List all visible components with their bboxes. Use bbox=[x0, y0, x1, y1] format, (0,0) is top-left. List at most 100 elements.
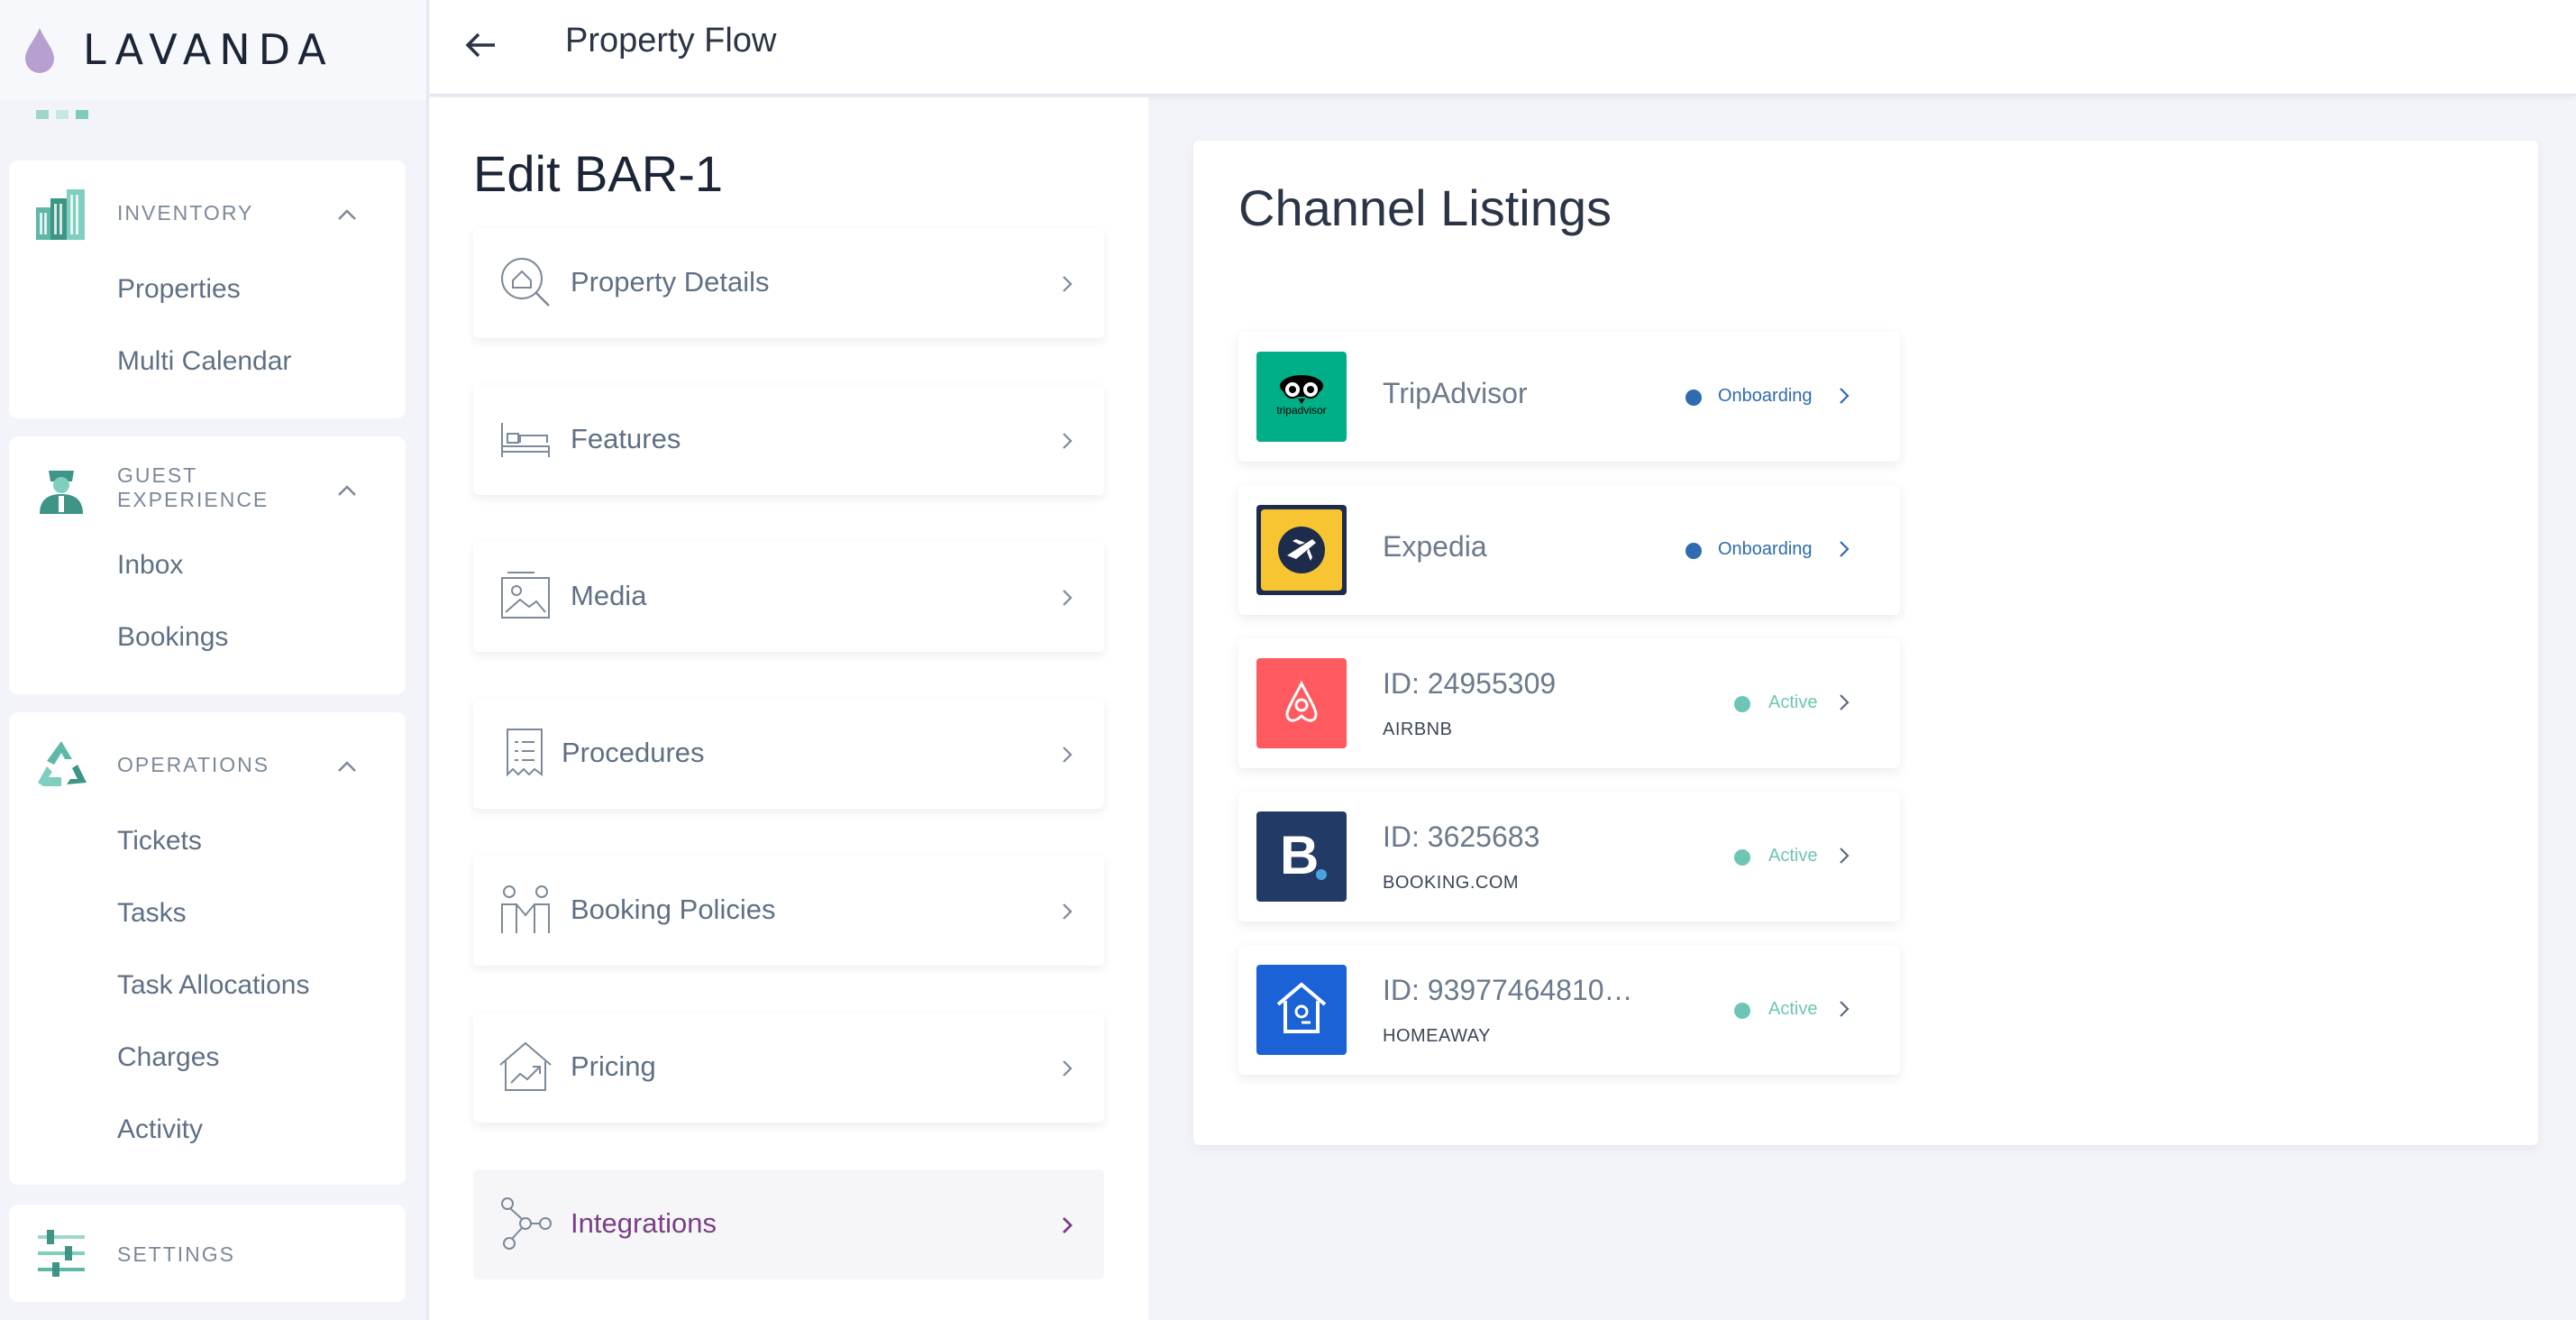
brand-name: LAVANDA bbox=[83, 25, 334, 74]
edit-panel: Edit BAR-1 Property Details Features Med… bbox=[430, 97, 1148, 1320]
chevron-right-icon[interactable] bbox=[1839, 846, 1850, 866]
chevron-right-icon[interactable] bbox=[1839, 539, 1850, 559]
sidebar-section-header-operations[interactable]: OPERATIONS bbox=[9, 712, 406, 820]
brand-logo[interactable]: LAVANDA bbox=[0, 0, 426, 99]
tripadvisor-logo-text: tripadvisor bbox=[1276, 404, 1327, 417]
sidebar-section-header-inventory[interactable]: INVENTORY bbox=[9, 160, 406, 269]
chevron-up-icon[interactable] bbox=[335, 207, 359, 222]
sidebar-section-title-line: GUEST bbox=[117, 463, 198, 487]
nodes-icon bbox=[501, 1197, 552, 1250]
chevron-right-icon bbox=[1063, 1060, 1073, 1077]
chevron-up-icon[interactable] bbox=[335, 483, 359, 498]
people-icon bbox=[501, 885, 550, 933]
chevron-right-icon bbox=[1063, 1217, 1073, 1233]
airbnb-icon bbox=[1285, 680, 1318, 722]
step-media[interactable]: Media bbox=[473, 542, 1104, 652]
channel-source: AIRBNB bbox=[1383, 720, 1453, 739]
sidebar-section-inventory: INVENTORY Properties Multi Calendar bbox=[9, 160, 406, 418]
concierge-icon bbox=[40, 471, 83, 514]
image-icon bbox=[501, 572, 550, 619]
sliders-icon bbox=[38, 1230, 85, 1277]
edit-title: Edit BAR-1 bbox=[473, 145, 723, 202]
chevron-up-icon[interactable] bbox=[335, 759, 359, 774]
chevron-right-icon bbox=[1063, 276, 1073, 292]
dashboard-icon[interactable] bbox=[36, 110, 88, 119]
step-label: Property Details bbox=[571, 266, 770, 298]
chevron-right-icon[interactable] bbox=[1839, 386, 1850, 406]
step-label: Procedures bbox=[562, 737, 705, 768]
sidebar-item-properties[interactable]: Properties bbox=[117, 274, 241, 305]
sidebar-item-task-allocations[interactable]: Task Allocations bbox=[117, 970, 309, 1001]
sidebar-section-operations: OPERATIONS Tickets Tasks Task Allocation… bbox=[9, 712, 406, 1185]
bed-icon bbox=[501, 423, 550, 457]
sidebar: LAVANDA INVENTORY Properties Multi Calen… bbox=[0, 0, 428, 1320]
channel-row-tripadvisor[interactable]: tripadvisor TripAdvisor Onboarding bbox=[1238, 332, 1900, 462]
chevron-right-icon bbox=[1063, 433, 1073, 449]
house-chart-icon bbox=[499, 1041, 552, 1091]
step-property-details[interactable]: Property Details bbox=[473, 228, 1104, 338]
channel-name: TripAdvisor bbox=[1383, 377, 1528, 409]
channel-row-homeaway[interactable]: ID: 93977464810… HOMEAWAY Active bbox=[1238, 945, 1900, 1075]
sidebar-section-title: INVENTORY bbox=[117, 201, 254, 225]
step-features[interactable]: Features bbox=[473, 385, 1104, 495]
status-dot bbox=[1685, 543, 1702, 559]
step-label: Pricing bbox=[571, 1050, 656, 1082]
channel-name: ID: 3625683 bbox=[1383, 820, 1540, 853]
page-title: Property Flow bbox=[565, 22, 777, 60]
drop-icon bbox=[25, 28, 54, 73]
house-search-icon bbox=[501, 258, 550, 307]
sidebar-section-title: GUEST EXPERIENCE bbox=[117, 463, 269, 512]
owl-icon bbox=[1280, 375, 1323, 404]
chevron-right-icon bbox=[1063, 747, 1073, 763]
channel-source: HOMEAWAY bbox=[1383, 1026, 1491, 1046]
status-badge: Active bbox=[1768, 692, 1818, 712]
expedia-logo bbox=[1256, 505, 1347, 595]
tripadvisor-logo: tripadvisor bbox=[1256, 352, 1347, 442]
sidebar-section-settings[interactable]: SETTINGS bbox=[9, 1205, 406, 1302]
chevron-right-icon[interactable] bbox=[1839, 692, 1850, 712]
channel-name: ID: 24955309 bbox=[1383, 667, 1557, 700]
booking-logo-letter: B bbox=[1280, 825, 1320, 885]
sidebar-section-title: SETTINGS bbox=[117, 1242, 236, 1266]
channel-row-expedia[interactable]: Expedia Onboarding bbox=[1238, 485, 1900, 615]
homeaway-logo bbox=[1256, 965, 1347, 1055]
step-procedures[interactable]: Procedures bbox=[473, 699, 1104, 809]
sidebar-item-charges[interactable]: Charges bbox=[117, 1042, 219, 1073]
recycle-icon bbox=[38, 741, 87, 786]
status-dot bbox=[1734, 1003, 1750, 1019]
step-integrations[interactable]: Integrations bbox=[473, 1169, 1104, 1279]
document-icon bbox=[507, 729, 543, 777]
sidebar-item-tickets[interactable]: Tickets bbox=[117, 826, 202, 857]
channel-source: BOOKING.COM bbox=[1383, 873, 1520, 893]
sidebar-item-bookings[interactable]: Bookings bbox=[117, 622, 228, 653]
status-dot bbox=[1685, 390, 1702, 406]
step-label: Media bbox=[571, 580, 647, 611]
plane-icon bbox=[1261, 509, 1342, 591]
sidebar-section-title-line: EXPERIENCE bbox=[117, 488, 269, 511]
step-label: Integrations bbox=[571, 1207, 717, 1239]
step-pricing[interactable]: Pricing bbox=[473, 1013, 1104, 1123]
buildings-icon bbox=[36, 189, 85, 240]
status-badge: Onboarding bbox=[1718, 386, 1813, 406]
status-badge: Active bbox=[1768, 999, 1818, 1019]
chevron-right-icon bbox=[1063, 903, 1073, 920]
top-bar: Property Flow bbox=[430, 0, 2576, 96]
back-arrow-icon[interactable] bbox=[462, 27, 498, 63]
sidebar-section-header-guest-experience[interactable]: GUEST EXPERIENCE bbox=[9, 436, 406, 545]
status-badge: Onboarding bbox=[1718, 539, 1813, 559]
channel-name: ID: 93977464810… bbox=[1383, 974, 1633, 1006]
birdhouse-icon bbox=[1276, 982, 1327, 1033]
status-dot bbox=[1734, 696, 1750, 712]
sidebar-item-activity[interactable]: Activity bbox=[117, 1114, 203, 1145]
sidebar-item-inbox[interactable]: Inbox bbox=[117, 550, 183, 581]
booking-logo: B bbox=[1256, 811, 1347, 902]
step-label: Booking Policies bbox=[571, 894, 776, 925]
chevron-right-icon[interactable] bbox=[1839, 999, 1850, 1019]
sidebar-item-multi-calendar[interactable]: Multi Calendar bbox=[117, 346, 291, 377]
sidebar-section-title: OPERATIONS bbox=[117, 753, 270, 776]
channel-row-airbnb[interactable]: ID: 24955309 AIRBNB Active bbox=[1238, 638, 1900, 768]
channel-row-booking[interactable]: B ID: 3625683 BOOKING.COM Active bbox=[1238, 792, 1900, 921]
step-booking-policies[interactable]: Booking Policies bbox=[473, 856, 1104, 966]
airbnb-logo bbox=[1256, 658, 1347, 748]
sidebar-item-tasks[interactable]: Tasks bbox=[117, 898, 187, 929]
